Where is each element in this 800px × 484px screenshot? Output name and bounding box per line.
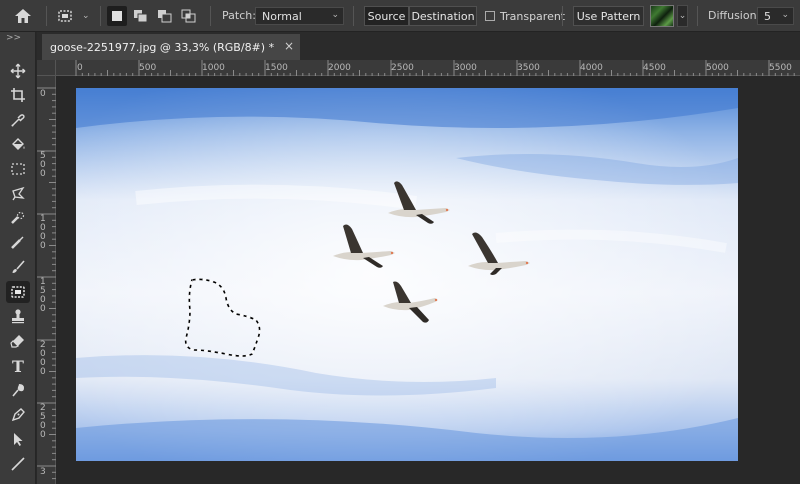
ruler-h-label: 3500	[517, 63, 540, 73]
eraser-icon	[10, 335, 24, 348]
patch-tool[interactable]	[6, 281, 30, 303]
crop-tool[interactable]	[6, 84, 30, 106]
add-to-selection-button[interactable]	[131, 6, 151, 26]
eyedropper-icon	[11, 114, 25, 127]
patch-icon	[11, 286, 25, 298]
pen-icon	[11, 408, 25, 422]
tool-preset-picker[interactable]: ⌄	[56, 0, 90, 32]
diffusion-value: 5	[764, 9, 771, 23]
ruler-v-label: 2 5 0 0	[40, 403, 46, 440]
patch-mode-select[interactable]: Normal ⌄	[255, 7, 344, 25]
ruler-h-label: 2000	[328, 63, 351, 73]
stamp-icon	[12, 309, 24, 324]
patch-tool-icon	[58, 10, 72, 22]
type-tool[interactable]: T	[6, 355, 30, 377]
healing-brush-icon	[11, 236, 24, 249]
use-pattern-button[interactable]: Use Pattern	[573, 6, 644, 26]
type-icon: T	[12, 356, 24, 376]
line-icon	[11, 457, 25, 471]
ruler-v-label: 2 0 0 0	[40, 340, 46, 377]
spot-healing-icon	[11, 211, 25, 224]
new-selection-button[interactable]	[107, 6, 127, 26]
lasso-tool[interactable]	[6, 182, 30, 204]
vertical-ruler[interactable]: 0 5 0 0 1 0 0 0 1 5 0 0 2 0 0 0 2 5 0 0 …	[37, 76, 56, 484]
options-bar: ⌄ Patch: Normal ⌄ Source Destination Tra…	[0, 0, 800, 32]
brush-icon	[12, 260, 25, 273]
ruler-corner	[37, 60, 56, 76]
diffusion-label: Diffusion:	[708, 9, 761, 22]
ruler-v-label: 1 5 0 0	[40, 277, 46, 314]
ruler-h-label: 5500	[769, 63, 792, 73]
patch-mode-value: Normal	[262, 9, 302, 23]
ruler-h-label: 4500	[643, 63, 666, 73]
ruler-v-label: 0	[40, 89, 46, 99]
marquee-tool[interactable]	[6, 158, 30, 180]
path-selection-tool[interactable]	[6, 428, 30, 450]
tools-panel: >> T	[0, 32, 36, 484]
diffusion-select[interactable]: 5 ⌄	[757, 7, 794, 25]
close-icon[interactable]: ×	[284, 39, 294, 53]
source-button[interactable]: Source	[364, 6, 409, 26]
brush-tool[interactable]	[6, 256, 30, 278]
ruler-h-label: 0	[77, 63, 83, 73]
ruler-h-label: 3000	[454, 63, 477, 73]
checkbox-box	[485, 11, 495, 21]
ruler-v-label: 1 0 0 0	[40, 214, 46, 251]
chevron-down-icon: ⌄	[82, 11, 90, 21]
paint-bucket-tool[interactable]	[6, 133, 30, 155]
ruler-h-label: 4000	[580, 63, 603, 73]
pattern-picker[interactable]: ⌄	[650, 0, 688, 32]
eyedropper-tool[interactable]	[6, 109, 30, 131]
document-tab-title: goose-2251977.jpg @ 33,3% (RGB/8#) *	[50, 40, 275, 54]
paint-bucket-icon	[12, 138, 25, 150]
move-icon	[10, 63, 26, 79]
chevron-down-icon: ⌄	[677, 5, 688, 27]
ruler-h-label: 500	[139, 63, 157, 73]
ruler-h-label: 5000	[706, 63, 729, 73]
marquee-icon	[11, 163, 25, 175]
move-tool[interactable]	[6, 60, 30, 82]
home-icon[interactable]	[14, 0, 32, 32]
eraser-tool[interactable]	[6, 330, 30, 352]
lasso-icon	[12, 186, 25, 201]
smudge-tool[interactable]	[6, 379, 30, 401]
ruler-h-label: 2500	[391, 63, 414, 73]
ruler-h-label: 1500	[265, 63, 288, 73]
destination-button[interactable]: Destination	[409, 6, 477, 26]
pen-tool[interactable]	[6, 404, 30, 426]
document-tab-bar: goose-2251977.jpg @ 33,3% (RGB/8#) * ×	[37, 32, 800, 60]
goose-photo[interactable]	[76, 88, 738, 461]
arrow-icon	[14, 433, 23, 446]
pattern-swatch	[650, 5, 674, 27]
spot-healing-tool[interactable]	[6, 207, 30, 229]
crop-icon	[11, 88, 25, 102]
horizontal-ruler[interactable]: 0 500 1000 1500 2000 2500 3000 3500 4000…	[56, 60, 800, 76]
ruler-v-label: 3	[40, 467, 46, 477]
ruler-v-label: 5 0 0	[40, 151, 46, 179]
subtract-from-selection-button[interactable]	[155, 6, 175, 26]
chevron-down-icon: ⌄	[781, 10, 789, 20]
smudge-icon	[12, 384, 24, 397]
collapse-toolbar-icon[interactable]: >>	[6, 33, 21, 43]
line-tool[interactable]	[6, 453, 30, 475]
healing-brush-tool[interactable]	[6, 231, 30, 253]
intersect-selection-button[interactable]	[179, 6, 199, 26]
patch-label: Patch:	[222, 9, 256, 22]
ruler-h-label: 1000	[202, 63, 225, 73]
transparent-label: Transparent	[500, 9, 566, 23]
clone-stamp-tool[interactable]	[6, 305, 30, 327]
transparent-checkbox[interactable]: Transparent	[485, 0, 565, 32]
chevron-down-icon: ⌄	[331, 10, 339, 20]
document-tab[interactable]: goose-2251977.jpg @ 33,3% (RGB/8#) * ×	[42, 34, 300, 60]
